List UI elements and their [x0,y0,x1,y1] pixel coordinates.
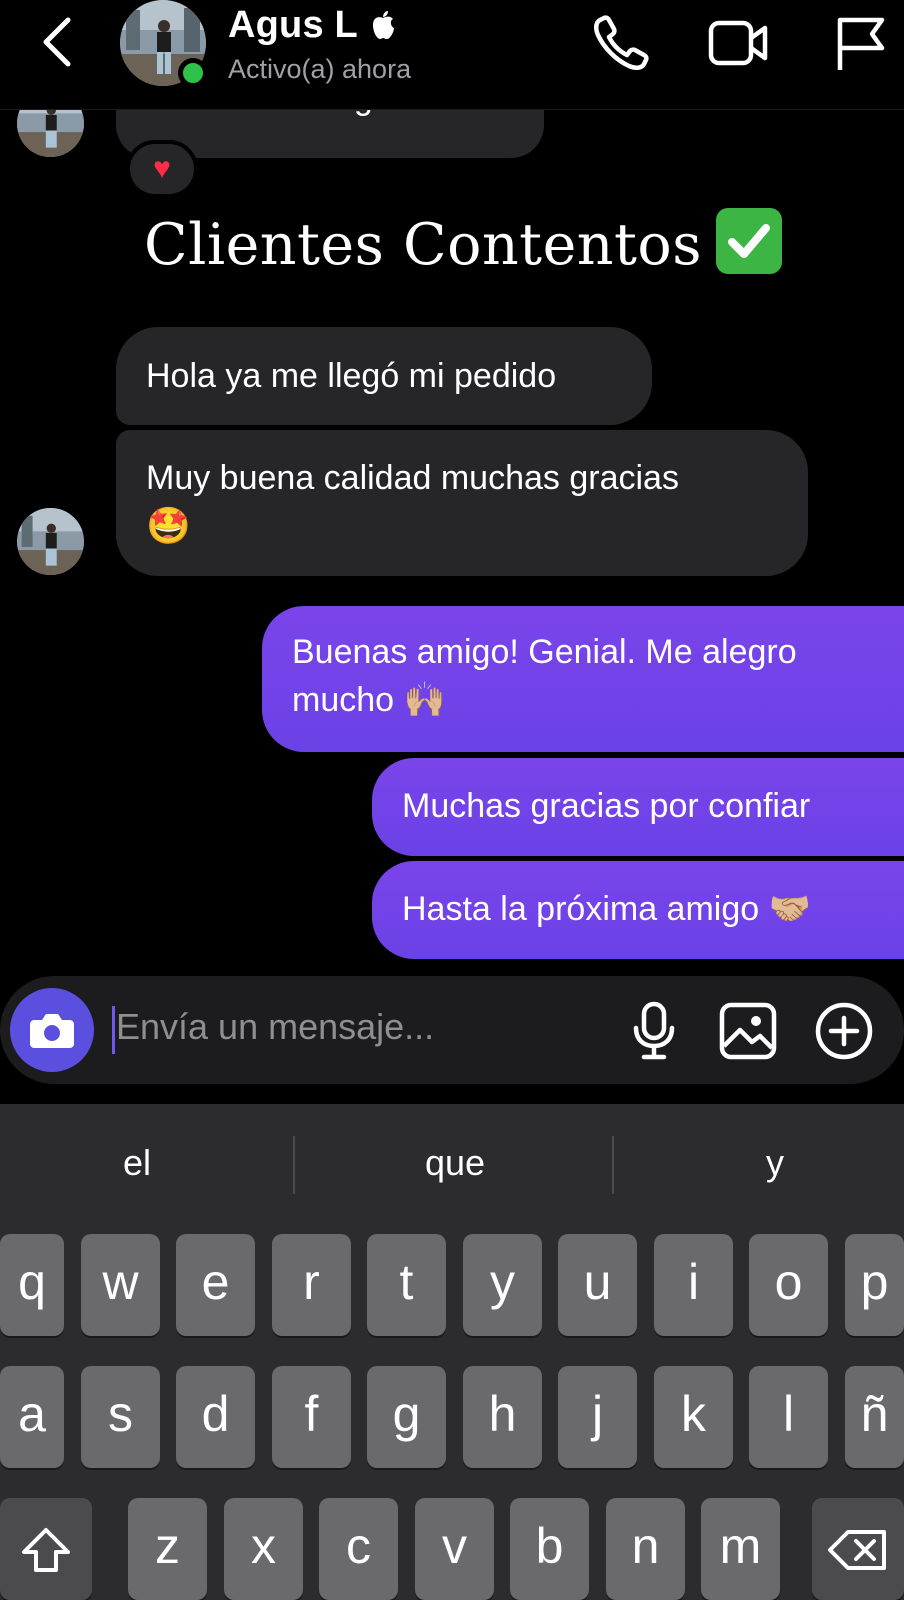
backspace-icon[interactable] [812,1498,904,1600]
key-g[interactable]: g [367,1366,446,1468]
key-i[interactable]: i [654,1234,733,1336]
message-sent[interactable]: Hasta la próxima amigo 🤝🏼 [372,861,904,959]
contact-avatar-small[interactable] [17,508,84,575]
message-text: mucho [292,681,395,719]
key-q[interactable]: q [0,1234,64,1336]
online-indicator [178,58,208,88]
suggestion-el[interactable]: el [12,1142,262,1184]
key-u[interactable]: u [558,1234,637,1336]
key-t[interactable]: t [367,1234,446,1336]
contact-name[interactable]: Agus L [228,4,358,47]
key-n[interactable]: n [606,1498,685,1600]
key-n-tilde[interactable]: ñ [845,1366,904,1468]
heart-reaction-icon[interactable]: ♥ [126,140,198,198]
key-e[interactable]: e [176,1234,255,1336]
handshake-emoji-icon: 🤝🏼 [768,890,811,928]
star-struck-emoji-icon: 🤩 [146,505,191,546]
phone-icon[interactable] [592,14,654,72]
key-l[interactable]: l [749,1366,828,1468]
video-camera-icon[interactable] [708,14,770,72]
message-text: Hola ya me llegó mi pedido [146,357,557,395]
key-f[interactable]: f [272,1366,351,1468]
raising-hands-emoji-icon: 🙌🏼 [403,681,446,719]
caption-text: Clientes Contentos [144,212,702,278]
suggestion-divider [293,1136,295,1194]
message-received[interactable]: Hola ya me llegó mi pedido [116,327,652,425]
key-s[interactable]: s [81,1366,160,1468]
suggestion-divider [612,1136,614,1194]
camera-icon[interactable] [10,988,94,1072]
check-mark-icon [716,208,782,274]
key-c[interactable]: c [319,1498,398,1600]
key-z[interactable]: z [128,1498,207,1600]
contact-status: Activo(a) ahora [228,54,412,84]
plus-icon[interactable] [812,1000,876,1062]
microphone-icon[interactable] [622,1000,686,1062]
key-a[interactable]: a [0,1366,64,1468]
message-text: Buenas amigo! Genial. Me alegro [292,633,797,671]
text-cursor [112,1006,115,1054]
key-r[interactable]: r [272,1234,351,1336]
message-sent[interactable]: Buenas amigo! Genial. Me alegro mucho 🙌🏼 [262,606,904,752]
key-m[interactable]: m [701,1498,780,1600]
message-sent[interactable]: Muchas gracias por confiar [372,758,904,856]
image-icon[interactable] [716,1000,780,1062]
key-b[interactable]: b [510,1498,589,1600]
message-received[interactable]: Muy buena calidad muchas gracias 🤩 [116,430,808,576]
key-j[interactable]: j [558,1366,637,1468]
message-text: Muy buena calidad muchas gracias [146,459,679,497]
suggestion-que[interactable]: que [330,1142,580,1184]
back-chevron-icon[interactable] [36,14,80,70]
key-v[interactable]: v [415,1498,494,1600]
keyboard: el que y q w e r t y u i o p a s d f g h… [0,1104,904,1600]
overlay-caption: Clientes Contentos [144,208,782,278]
flag-icon[interactable] [832,14,894,72]
key-x[interactable]: x [224,1498,303,1600]
message-text: Hasta la próxima amigo [402,890,760,928]
key-y[interactable]: y [463,1234,542,1336]
suggestion-y[interactable]: y [650,1142,900,1184]
message-input[interactable]: Envía un mensaje... [116,1006,434,1048]
key-p[interactable]: p [845,1234,904,1336]
key-h[interactable]: h [463,1366,542,1468]
key-w[interactable]: w [81,1234,160,1336]
key-o[interactable]: o [749,1234,828,1336]
key-k[interactable]: k [654,1366,733,1468]
shift-icon[interactable] [0,1498,92,1600]
apple-icon [370,10,396,40]
key-d[interactable]: d [176,1366,255,1468]
chat-header: Agus L Activo(a) ahora [0,0,904,110]
message-text: Muchas gracias por confiar [402,787,811,825]
message-composer: Envía un mensaje... [0,976,904,1084]
